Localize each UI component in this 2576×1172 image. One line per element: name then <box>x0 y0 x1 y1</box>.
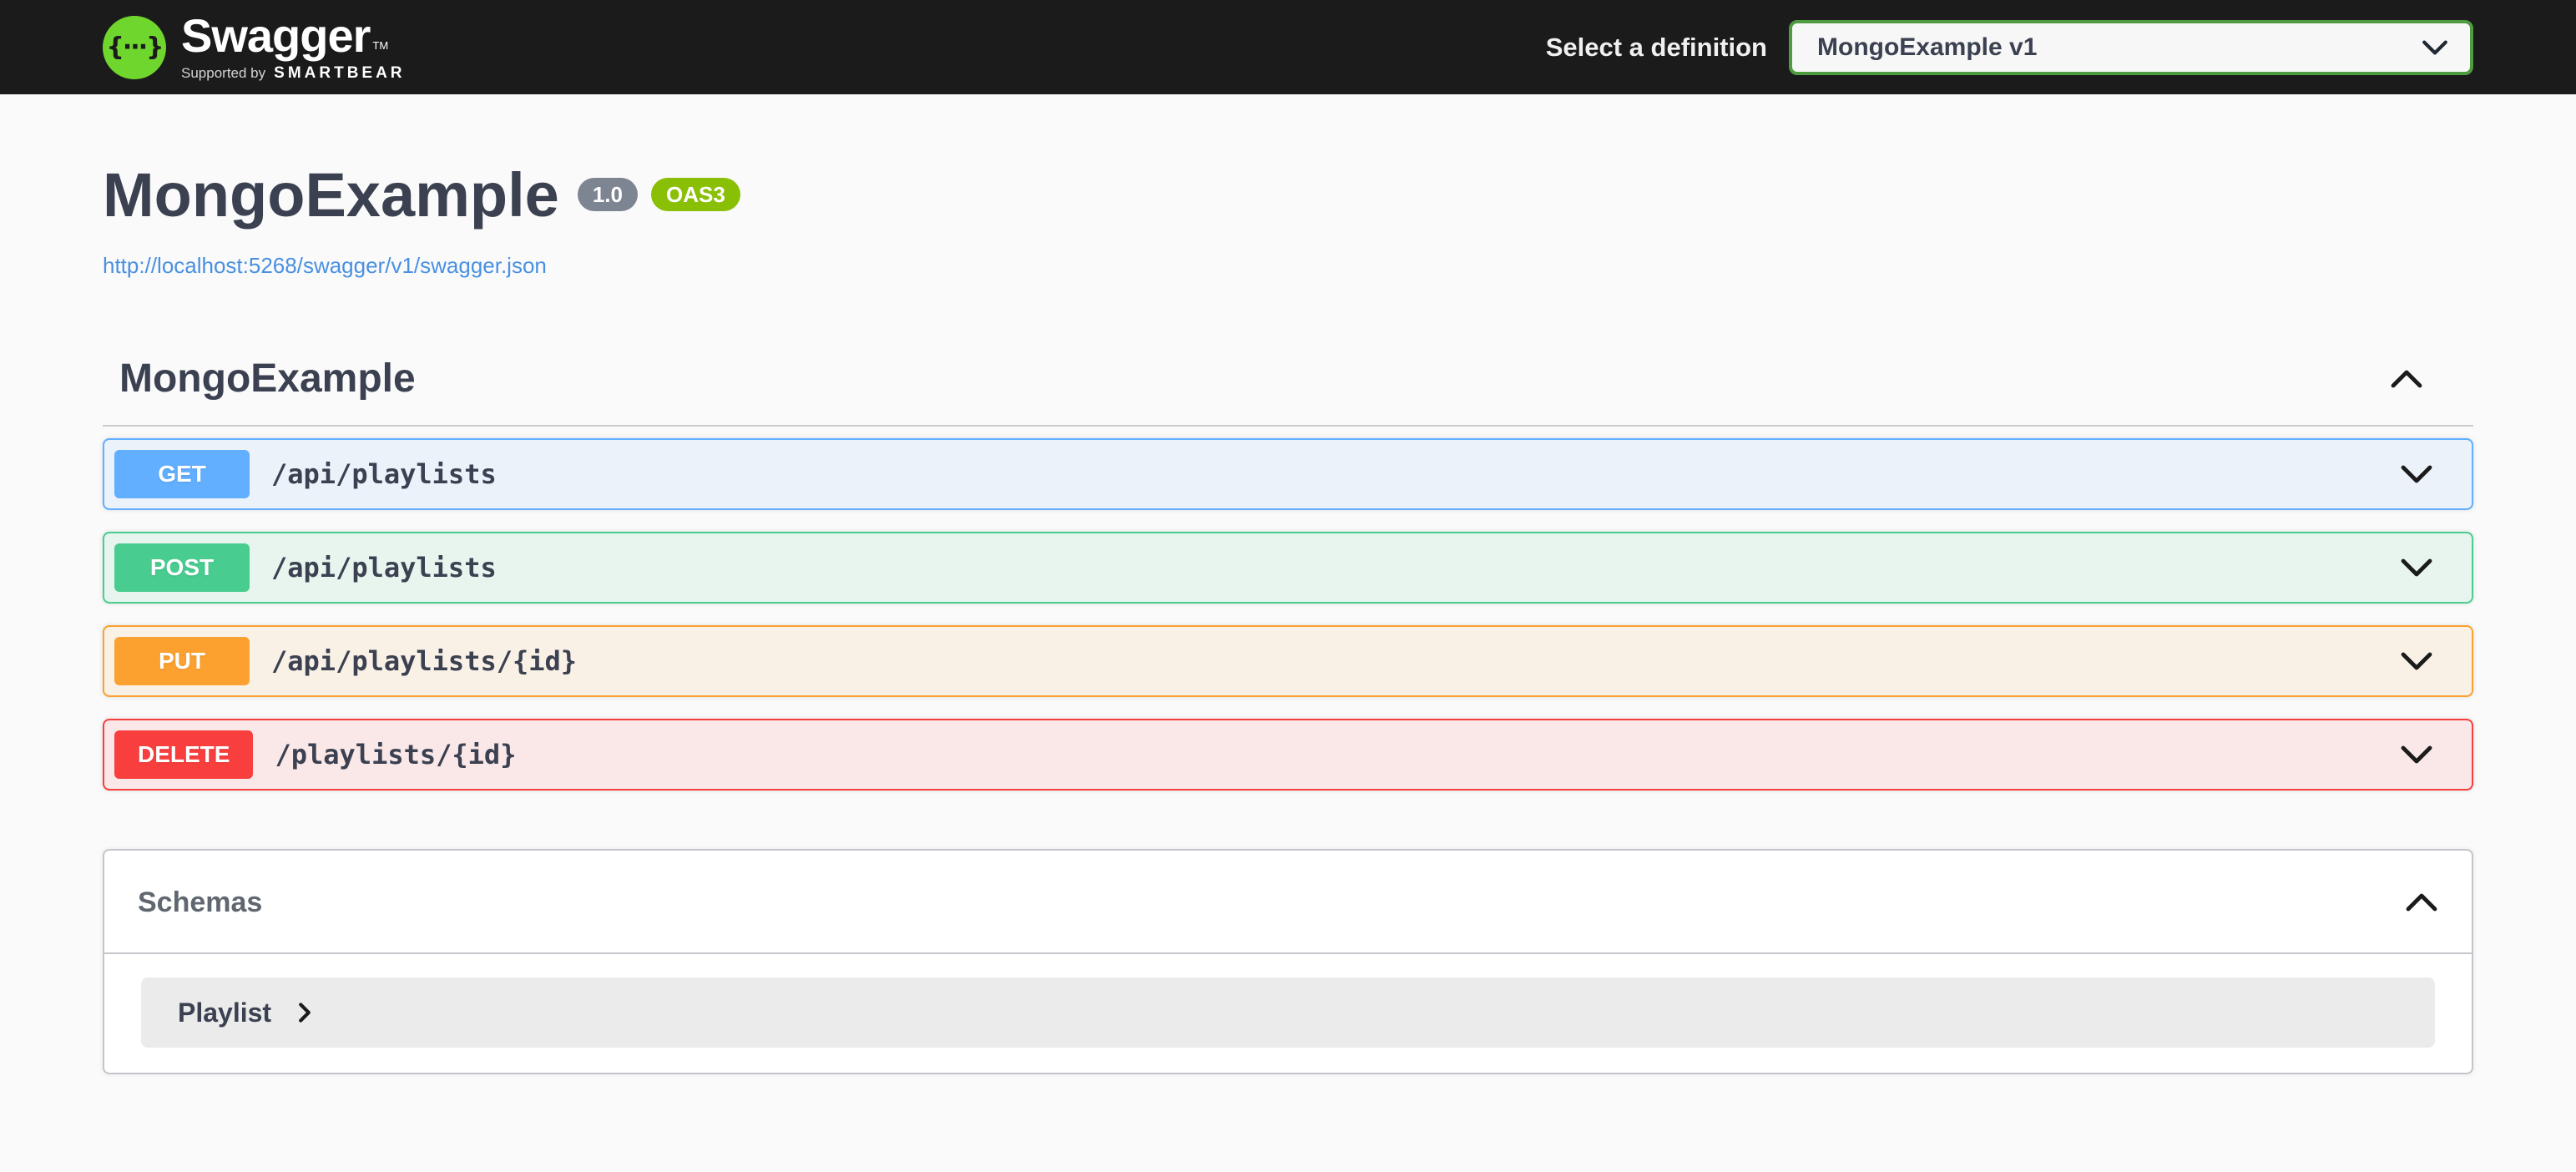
chevron-down-icon <box>2422 39 2448 56</box>
expand-operation-button[interactable] <box>2393 738 2440 771</box>
logo-trademark: TM <box>372 39 389 53</box>
chevron-up-icon <box>2390 369 2423 389</box>
schemas-title: Schemas <box>138 886 263 918</box>
spec-url-link[interactable]: http://localhost:5268/swagger/v1/swagger… <box>103 253 547 279</box>
definition-select-group: Select a definition MongoExample v1 <box>1545 19 2473 75</box>
expand-model-button[interactable] <box>295 998 315 1027</box>
smartbear-brand: SMARTBEAR <box>274 63 406 82</box>
api-badges: 1.0 OAS3 <box>577 178 740 211</box>
definition-select[interactable]: MongoExample v1 <box>1789 19 2473 75</box>
method-badge: PUT <box>114 637 250 685</box>
chevron-down-icon <box>2400 464 2433 484</box>
opblock-get-api-playlists[interactable]: GET /api/playlists <box>103 438 2473 510</box>
chevron-down-icon <box>2400 651 2433 671</box>
logo-subtitle: Supported by SMARTBEAR <box>181 64 406 83</box>
model-playlist[interactable]: Playlist <box>141 978 2435 1048</box>
operation-path: /api/playlists/{id} <box>271 645 578 677</box>
logo-text-block: Swagger TM Supported by SMARTBEAR <box>181 8 406 83</box>
api-title: MongoExample <box>103 160 559 230</box>
swagger-logo-icon: {···} <box>103 15 166 79</box>
version-badge: 1.0 <box>577 178 638 211</box>
topbar: {···} Swagger TM Supported by SMARTBEAR … <box>0 0 2576 94</box>
operation-path: /playlists/{id} <box>275 739 517 770</box>
chevron-down-icon <box>2400 558 2433 578</box>
tag-section-header[interactable]: MongoExample <box>103 356 2473 427</box>
method-badge: DELETE <box>114 730 254 779</box>
opblock-put-api-playlists-id[interactable]: PUT /api/playlists/{id} <box>103 625 2473 697</box>
expand-operation-button[interactable] <box>2393 551 2440 584</box>
collapse-schemas-button[interactable] <box>2398 886 2445 919</box>
opblock-post-api-playlists[interactable]: POST /api/playlists <box>103 532 2473 604</box>
definition-select-value: MongoExample v1 <box>1817 33 2038 61</box>
operation-path: /api/playlists <box>271 458 497 490</box>
api-info: MongoExample 1.0 OAS3 http://localhost:5… <box>103 164 2473 279</box>
method-badge: GET <box>114 450 250 498</box>
topbar-wrapper: {···} Swagger TM Supported by SMARTBEAR … <box>103 8 2473 83</box>
operation-path: /api/playlists <box>271 552 497 583</box>
select-definition-label: Select a definition <box>1545 32 1767 62</box>
swagger-logo[interactable]: {···} Swagger TM Supported by SMARTBEAR <box>103 8 406 83</box>
oas3-badge: OAS3 <box>651 178 740 211</box>
collapse-tag-section-button[interactable] <box>2383 362 2430 396</box>
chevron-right-icon <box>298 1002 311 1023</box>
chevron-up-icon <box>2405 892 2438 912</box>
operations-list: GET /api/playlists POST /api/playlists P… <box>103 438 2473 791</box>
main-content: MongoExample 1.0 OAS3 http://localhost:5… <box>103 94 2473 1074</box>
expand-operation-button[interactable] <box>2393 457 2440 491</box>
tag-section-title: MongoExample <box>119 356 416 401</box>
expand-operation-button[interactable] <box>2393 644 2440 678</box>
model-title: Playlist <box>178 997 272 1028</box>
schemas-section: Schemas Playlist <box>103 849 2473 1074</box>
method-badge: POST <box>114 543 250 592</box>
supported-by-label: Supported by <box>181 64 266 81</box>
opblock-delete-playlists-id[interactable]: DELETE /playlists/{id} <box>103 719 2473 791</box>
swagger-ui-page: {···} Swagger TM Supported by SMARTBEAR … <box>0 0 2576 1172</box>
schemas-header[interactable]: Schemas <box>104 851 2472 954</box>
chevron-down-icon <box>2400 745 2433 765</box>
logo-title: Swagger <box>181 8 371 62</box>
